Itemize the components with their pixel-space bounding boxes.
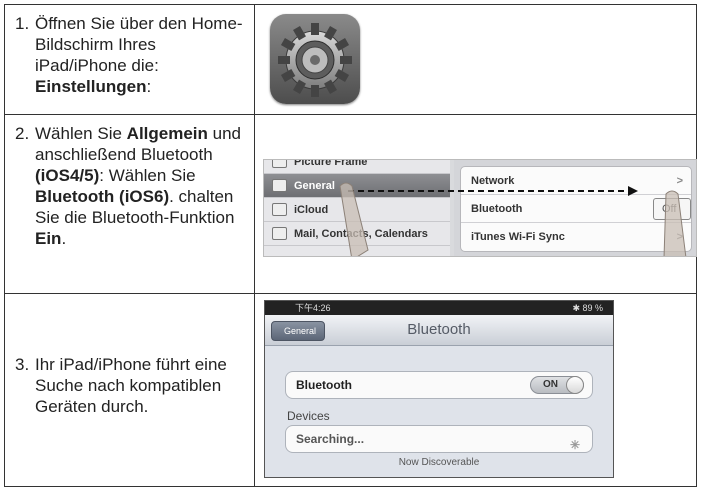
cloud-icon (272, 203, 287, 216)
step-2-image: Picture Frame General iCloud Mail, Conta… (255, 115, 697, 293)
dashed-arrow-icon (348, 186, 638, 196)
step-number: 1. (15, 14, 30, 33)
settings-app-icon (270, 14, 360, 104)
devices-label: Devices (287, 409, 330, 423)
step-row-2: 2. Wählen Sie Allgemein und anschließend… (5, 115, 697, 294)
step-3-image: 下午4:26 ✱ 89 % Bluetooth General Bluetoot… (255, 294, 696, 486)
detail-row-itunes-sync[interactable]: iTunes Wi-Fi Sync > (461, 223, 691, 251)
step-3-description: Ihr iPad/iPhone führt eine Suche nach ko… (35, 355, 227, 416)
bluetooth-screenshot: 下午4:26 ✱ 89 % Bluetooth General Bluetoot… (264, 300, 614, 478)
back-button[interactable]: General (271, 321, 326, 341)
status-bar: 下午4:26 ✱ 89 % (265, 301, 613, 315)
step-3-text: 3. Ihr iPad/iPhone führt eine Suche nach… (5, 294, 255, 486)
step-1-description: Öffnen Sie über den Home-Bildschirm Ihre… (35, 14, 243, 96)
searching-row: Searching... ✳ (285, 425, 593, 453)
toggle-knob (566, 376, 584, 394)
bluetooth-toggle[interactable]: ON (530, 376, 584, 394)
gear-icon (278, 23, 352, 97)
step-row-3: 3. Ihr iPad/iPhone führt eine Suche nach… (5, 294, 696, 486)
spinner-icon: ✳ (569, 438, 580, 452)
nav-bar: Bluetooth General (265, 315, 613, 346)
finger-icon (339, 182, 369, 256)
finger-icon (663, 190, 687, 256)
instruction-table: 1. Öffnen Sie über den Home-Bildschirm I… (4, 4, 697, 487)
step-1-text: 1. Öffnen Sie über den Home-Bildschirm I… (5, 5, 255, 114)
mail-icon (272, 227, 287, 240)
detail-row-bluetooth[interactable]: Bluetooth Off (461, 195, 691, 223)
step-number: 3. (15, 355, 30, 374)
step-2-description: Wählen Sie Allgemein und anschließend Bl… (35, 124, 242, 248)
battery-status: ✱ 89 % (572, 303, 603, 313)
step-1-image (255, 5, 696, 114)
sidebar-item-picture-frame[interactable]: Picture Frame (264, 160, 450, 174)
step-2-text: 2. Wählen Sie Allgemein und anschließend… (5, 115, 255, 293)
bluetooth-setting-row: Bluetooth ON (285, 371, 593, 399)
status-time: 下午4:26 (295, 303, 331, 313)
gear-icon (272, 179, 287, 192)
step-row-1: 1. Öffnen Sie über den Home-Bildschirm I… (5, 5, 696, 115)
settings-screenshot: Picture Frame General iCloud Mail, Conta… (263, 159, 697, 257)
discoverable-status: Now Discoverable (398, 457, 480, 468)
step-number: 2. (15, 124, 30, 143)
picture-frame-icon (272, 160, 287, 168)
